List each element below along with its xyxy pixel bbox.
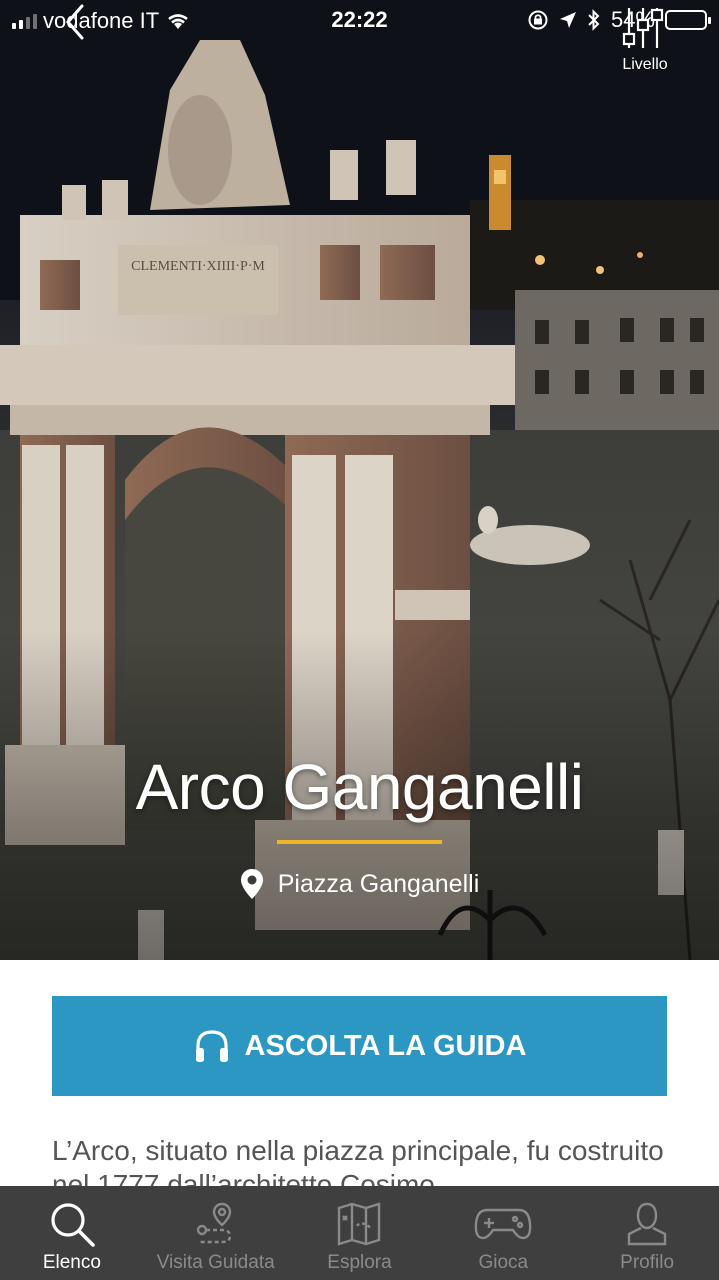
tab-profilo[interactable]: Profilo xyxy=(575,1186,719,1280)
tab-gioca[interactable]: Gioca xyxy=(431,1186,575,1280)
location-row[interactable]: Piazza Ganganelli xyxy=(0,868,719,900)
bluetooth-icon xyxy=(588,9,600,31)
location-arrow-icon xyxy=(559,12,576,28)
level-button[interactable]: Livello xyxy=(615,2,671,74)
chevron-left-icon xyxy=(66,4,84,40)
tab-esplora[interactable]: Esplora xyxy=(288,1186,432,1280)
tab-elenco[interactable]: Elenco xyxy=(0,1186,144,1280)
tab-bar: Elenco Visita Guidata Esplora Gioca Prof… xyxy=(0,1186,719,1280)
tab-label: Visita Guidata xyxy=(156,1252,275,1273)
map-icon xyxy=(338,1202,381,1246)
tab-label: Profilo xyxy=(620,1252,675,1273)
user-icon xyxy=(627,1202,667,1246)
status-bar: vodafone IT 22:22 54% xyxy=(0,0,719,40)
route-icon xyxy=(196,1202,231,1244)
back-button[interactable] xyxy=(60,2,90,42)
level-label: Livello xyxy=(622,56,668,73)
gamepad-icon xyxy=(474,1208,532,1240)
map-pin-icon xyxy=(240,869,263,899)
headphones-icon xyxy=(195,1030,228,1062)
tab-label: Gioca xyxy=(478,1252,529,1273)
sliders-icon xyxy=(622,8,664,48)
tab-label: Esplora xyxy=(327,1252,392,1273)
battery-icon xyxy=(665,10,711,30)
hero-image: CLEMENTI·XIIII·P·M vodafone IT 22:22 54%… xyxy=(0,0,719,960)
search-icon xyxy=(51,1203,95,1247)
tab-visita-guidata[interactable]: Visita Guidata xyxy=(144,1186,288,1280)
arch-inscription: CLEMENTI·XIIII·P·M xyxy=(131,259,265,274)
listen-guide-label: ASCOLTA LA GUIDA xyxy=(244,1029,527,1062)
orientation-lock-icon xyxy=(528,10,548,30)
tab-label: Elenco xyxy=(42,1252,101,1273)
title-underline xyxy=(277,840,442,844)
page-title: Arco Ganganelli xyxy=(135,751,584,823)
listen-guide-button[interactable]: ASCOLTA LA GUIDA xyxy=(52,996,667,1096)
location-label: Piazza Ganganelli xyxy=(277,869,480,898)
